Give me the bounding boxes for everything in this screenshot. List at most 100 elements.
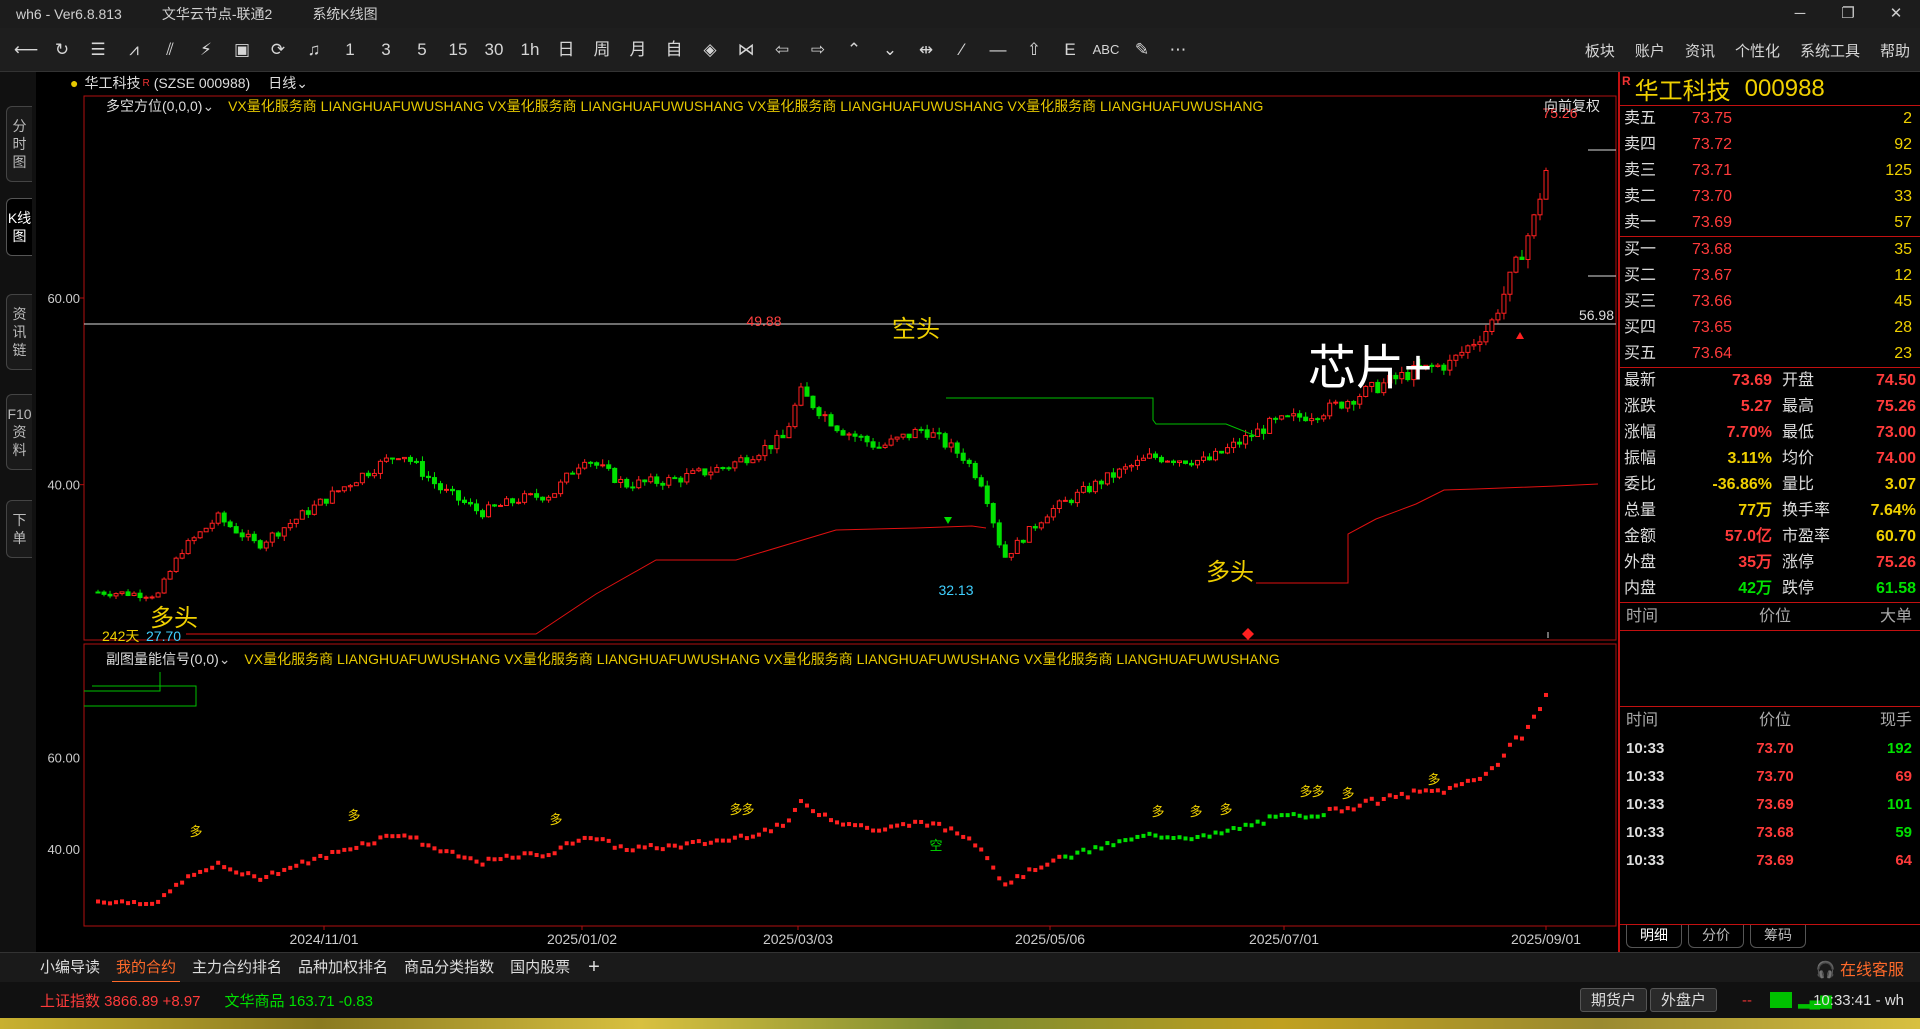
candle-body[interactable] <box>1038 522 1044 529</box>
refresh-icon[interactable]: ↻ <box>44 32 80 68</box>
candle-body[interactable] <box>498 504 504 507</box>
candle-body[interactable] <box>1092 480 1098 493</box>
candle-body[interactable] <box>287 522 293 529</box>
candle-body[interactable] <box>1050 508 1056 518</box>
candle-body[interactable] <box>1122 466 1128 470</box>
candle-body[interactable] <box>395 458 401 461</box>
tab-f10[interactable]: F10资料 <box>6 394 32 470</box>
tab-order[interactable]: 下单 <box>6 500 32 558</box>
tick-row[interactable]: 10:33 73.68 59 <box>1620 819 1920 847</box>
chevron-down-icon[interactable]: ⌄ <box>296 75 308 92</box>
candle-body[interactable] <box>1176 460 1182 464</box>
candle-body[interactable] <box>972 462 978 479</box>
candle-body[interactable] <box>990 503 996 524</box>
wh-commodity-index[interactable]: 文华商品 163.71 -0.83 <box>225 990 373 1011</box>
candle-body[interactable] <box>1189 462 1195 466</box>
candle-body[interactable] <box>756 455 762 461</box>
btab-commodity-index[interactable]: 商品分类指数 <box>400 953 498 983</box>
candle-body[interactable] <box>546 496 552 501</box>
candle-body[interactable] <box>1068 499 1074 504</box>
candle-body[interactable] <box>401 456 407 460</box>
candle-body[interactable] <box>942 433 948 448</box>
candle-body[interactable] <box>528 493 534 496</box>
candle-body[interactable] <box>119 591 125 595</box>
btab-editor[interactable]: 小编导读 <box>36 953 104 983</box>
menu-tools[interactable]: 系统工具 <box>1800 40 1860 61</box>
candle-body[interactable] <box>936 432 942 435</box>
candle-body[interactable] <box>582 461 588 469</box>
candle-body[interactable] <box>419 461 425 477</box>
candle-body[interactable] <box>858 435 864 438</box>
candle-body[interactable] <box>600 464 606 467</box>
candle-body[interactable] <box>1074 491 1080 504</box>
candle-body[interactable] <box>329 490 335 504</box>
candle-body[interactable] <box>1026 526 1032 543</box>
candle-body[interactable] <box>101 591 107 595</box>
period-select[interactable]: 日线 <box>268 73 296 93</box>
candle-body[interactable] <box>1339 401 1345 409</box>
candle-body[interactable] <box>365 472 371 477</box>
candle-body[interactable] <box>1056 500 1062 510</box>
tab-infochain[interactable]: 资讯链 <box>6 294 32 370</box>
candle-body[interactable] <box>840 430 846 436</box>
candle-body[interactable] <box>1014 539 1020 554</box>
stock-name[interactable]: 华工科技 <box>84 73 140 93</box>
candle-body[interactable] <box>233 526 239 534</box>
candle-body[interactable] <box>630 486 636 489</box>
candle-body[interactable] <box>810 395 816 409</box>
candle-body[interactable] <box>882 444 888 448</box>
period-3m[interactable]: 3 <box>368 32 404 68</box>
btab-domestic-stocks[interactable]: 国内股票 <box>506 953 574 983</box>
candle-body[interactable] <box>954 442 960 454</box>
candle-body[interactable] <box>1225 447 1231 454</box>
period-5m[interactable]: 5 <box>404 32 440 68</box>
period-15m[interactable]: 15 <box>440 32 476 68</box>
candle-body[interactable] <box>708 471 714 476</box>
candle-body[interactable] <box>864 435 870 443</box>
candle-body[interactable] <box>618 478 624 483</box>
candle-body[interactable] <box>1345 401 1351 409</box>
table-icon[interactable]: ▣ <box>224 32 260 68</box>
candle-body[interactable] <box>1044 516 1050 524</box>
candle-body[interactable] <box>462 499 468 503</box>
left-icon[interactable]: ⇦ <box>764 32 800 68</box>
arrow-up-icon[interactable]: ⇧ <box>1016 32 1052 68</box>
candle-body[interactable] <box>870 441 876 448</box>
candle-body[interactable] <box>215 512 221 524</box>
sub-indicator-name[interactable]: 副图量能信号(0,0) <box>106 651 219 667</box>
tick-row[interactable]: 10:33 73.69 101 <box>1620 791 1920 819</box>
candle-body[interactable] <box>804 386 810 397</box>
candle-body[interactable] <box>1116 468 1122 478</box>
candle-body[interactable] <box>353 482 359 487</box>
candle-body[interactable] <box>245 533 251 538</box>
candle-body[interactable] <box>1098 480 1104 485</box>
candle-body[interactable] <box>239 532 245 538</box>
bell-icon[interactable]: ♫ <box>296 32 332 68</box>
candle-body[interactable] <box>846 433 852 436</box>
candle-body[interactable] <box>311 504 317 515</box>
candle-body[interactable] <box>714 467 720 473</box>
line-chart-icon[interactable]: ⩘ <box>116 32 152 68</box>
candle-body[interactable] <box>1002 544 1008 558</box>
server-node[interactable]: 文华云节点-联通2 <box>162 4 272 24</box>
candle-body[interactable] <box>131 592 137 597</box>
candle-body[interactable] <box>437 483 443 491</box>
candle-body[interactable] <box>552 493 558 498</box>
candle-body[interactable] <box>822 414 828 417</box>
zoom-in-icon[interactable]: ◈ <box>692 32 728 68</box>
candle-body[interactable] <box>732 461 738 469</box>
candle-body[interactable] <box>852 433 858 437</box>
candle-body[interactable] <box>1164 460 1170 463</box>
pen-icon[interactable]: ✎ <box>1124 32 1160 68</box>
candle-body[interactable] <box>1465 345 1471 353</box>
candle-body[interactable] <box>1291 413 1297 417</box>
btab-main-rank[interactable]: 主力合约排名 <box>188 953 286 983</box>
candle-body[interactable] <box>654 476 660 484</box>
kline-chart[interactable]: 60.00 60.00 40.00 40.00 2024/11/01 2025/01/02… <box>36 94 1618 948</box>
candle-body[interactable] <box>966 459 972 464</box>
candle-body[interactable] <box>155 592 161 598</box>
candle-body[interactable] <box>179 553 185 559</box>
candle-body[interactable] <box>522 493 528 503</box>
main-indicator-name[interactable]: 多空方位(0,0,0) <box>106 98 202 114</box>
candle-body[interactable] <box>275 532 281 537</box>
